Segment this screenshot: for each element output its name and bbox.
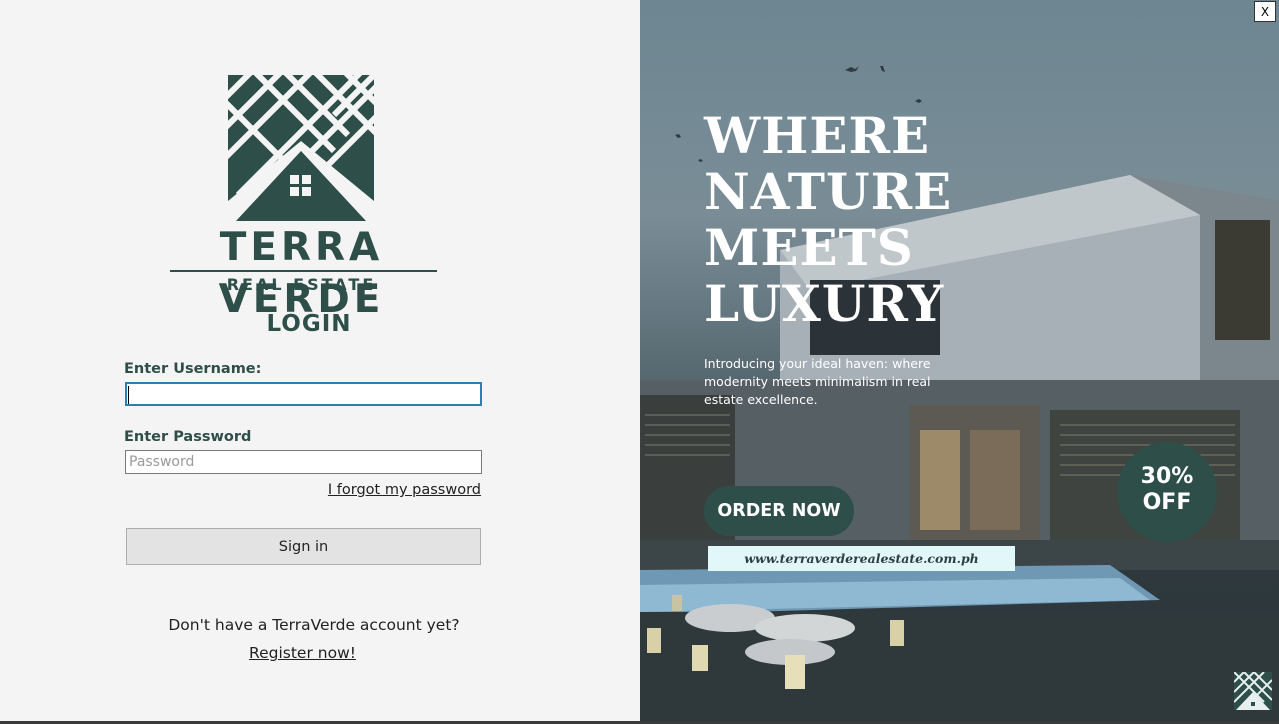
website-url: www.terraverderealestate.com.ph [708, 546, 1015, 571]
no-account-text: Don't have a TerraVerde account yet? [168, 616, 460, 634]
headline-line: NATURE [704, 162, 953, 221]
discount-badge: 30% OFF [1117, 442, 1217, 542]
close-button[interactable]: X [1254, 1, 1276, 22]
login-panel: TERRA VERDE REAL ESTATE LOGIN Enter User… [0, 0, 640, 721]
forgot-password-link[interactable]: I forgot my password [300, 480, 481, 500]
house-lattice-logo-icon [228, 75, 374, 221]
sign-in-button[interactable]: Sign in [126, 528, 481, 565]
promo-headline: WHERE NATURE MEETS LUXURY [704, 108, 1004, 332]
brand-divider [170, 270, 437, 272]
headline-line: MEETS [704, 218, 914, 277]
login-title: LOGIN [266, 311, 352, 337]
username-input[interactable] [125, 382, 482, 406]
username-label: Enter Username: [124, 361, 262, 377]
headline-line: LUXURY [704, 274, 945, 333]
brand-subtitle: REAL ESTATE [226, 275, 377, 294]
promo-panel: WHERE NATURE MEETS LUXURY Introducing yo… [640, 0, 1279, 721]
discount-percent: 30% [1140, 464, 1194, 489]
text-caret [128, 386, 129, 404]
password-input[interactable] [125, 450, 482, 474]
headline-line: WHERE [704, 106, 931, 165]
mini-house-logo-icon [1234, 672, 1272, 710]
discount-label: OFF [1142, 490, 1192, 515]
password-label: Enter Password [124, 429, 252, 445]
order-now-button[interactable]: ORDER NOW [704, 486, 854, 536]
promo-intro-text: Introducing your ideal haven: where mode… [704, 356, 931, 407]
login-window: TERRA VERDE REAL ESTATE LOGIN Enter User… [0, 0, 1279, 721]
register-link[interactable]: Register now! [220, 642, 385, 664]
